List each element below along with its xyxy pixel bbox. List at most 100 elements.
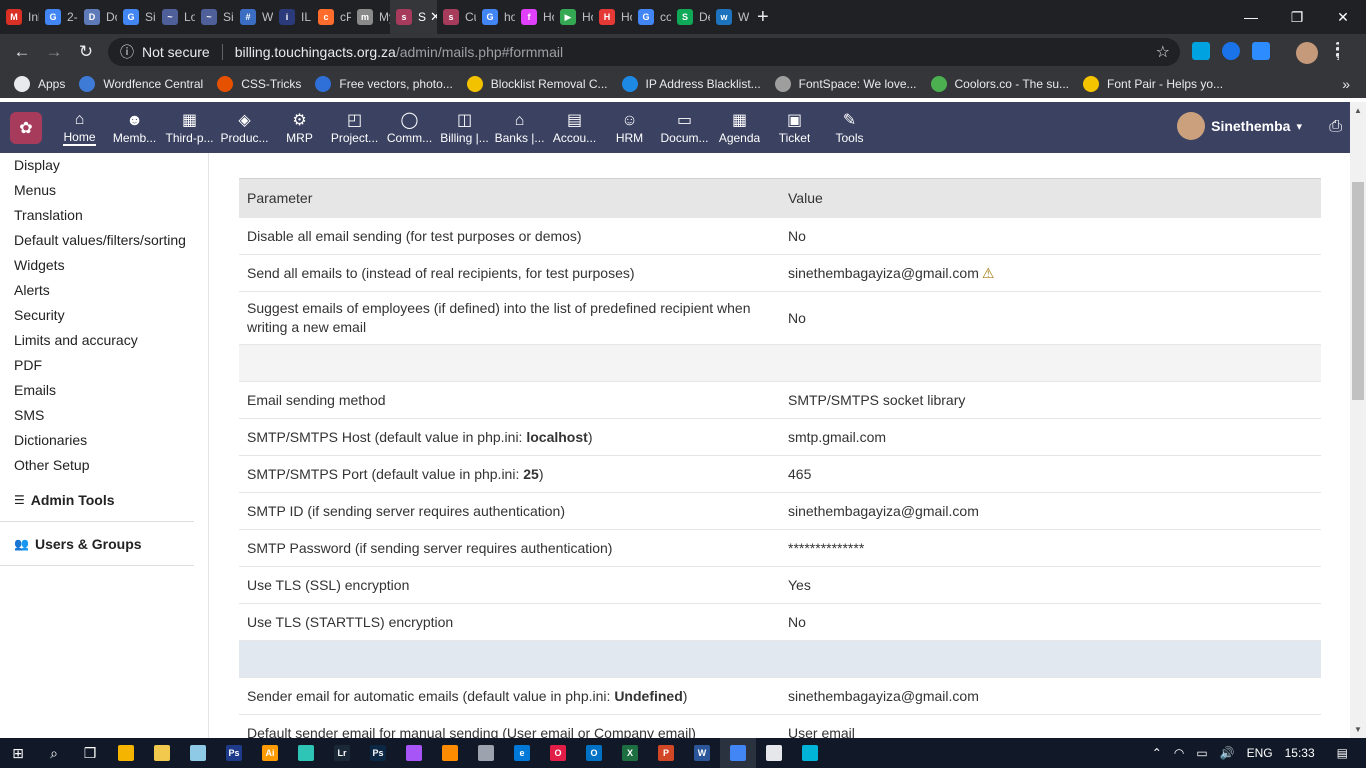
bookmark-item[interactable]: IP Address Blacklist...	[621, 76, 761, 92]
bookmark-star-icon[interactable]: ☆	[1156, 42, 1170, 62]
bookmark-item[interactable]: Apps	[14, 76, 65, 92]
language-indicator[interactable]: ENG	[1247, 746, 1273, 760]
browser-tab[interactable]: s Cus	[437, 0, 476, 34]
taskbar-opera-icon[interactable]: O	[540, 738, 576, 768]
chrome-menu-icon[interactable]	[1336, 42, 1340, 60]
taskbar-file-explorer-icon[interactable]	[108, 738, 144, 768]
task-view-icon[interactable]: ❒	[72, 738, 108, 768]
taskbar-notepad-icon[interactable]	[180, 738, 216, 768]
clock[interactable]: 15:33	[1285, 746, 1315, 760]
notifications-icon[interactable]: ▤	[1337, 746, 1348, 760]
bookmarks-overflow-icon[interactable]: »	[1342, 76, 1350, 92]
sidebar-item[interactable]: Dictionaries	[0, 428, 208, 453]
browser-tab[interactable]: Ghow	[476, 0, 515, 34]
menu-thirdparties[interactable]: ▦ Third-p...	[162, 102, 217, 153]
forward-button[interactable]: →	[38, 42, 70, 62]
taskbar-sticky-notes-icon[interactable]	[144, 738, 180, 768]
battery-icon[interactable]: ▭	[1196, 746, 1207, 760]
menu-banks[interactable]: ⌂ Banks |...	[492, 102, 547, 153]
close-tab-icon[interactable]: ✕	[430, 9, 437, 25]
users-groups-link[interactable]: 👥 Users & Groups	[0, 522, 194, 566]
taskbar-photoshop-2-icon[interactable]: Ps	[360, 738, 396, 768]
taskbar-powerpoint-icon[interactable]: P	[648, 738, 684, 768]
scrollbar-thumb[interactable]	[1352, 182, 1364, 400]
taskbar-outlook-icon[interactable]: O	[576, 738, 612, 768]
browser-tab[interactable]: ccPar	[312, 0, 351, 34]
taskbar-photoshop-icon[interactable]: Ps	[216, 738, 252, 768]
scroll-up-arrow-icon[interactable]: ▲	[1354, 106, 1362, 115]
bookmark-item[interactable]: CSS-Tricks	[217, 76, 301, 92]
taskbar-lightroom-icon[interactable]: Lr	[324, 738, 360, 768]
menu-hrm[interactable]: ☺ HRM	[602, 102, 657, 153]
sidebar-item[interactable]: Other Setup	[0, 453, 208, 478]
taskbar-paint-icon[interactable]	[396, 738, 432, 768]
menu-billing[interactable]: ◫ Billing |...	[437, 102, 492, 153]
taskbar-calculator-icon[interactable]	[468, 738, 504, 768]
sidebar-item[interactable]: Widgets	[0, 253, 208, 278]
admin-tools-link[interactable]: ☰ Admin Tools	[0, 478, 194, 522]
sidebar-item[interactable]: Security	[0, 303, 208, 328]
bookmark-item[interactable]: Blocklist Removal C...	[466, 76, 608, 92]
browser-tab[interactable]: ~ Log	[156, 0, 195, 34]
close-window-button[interactable]: ✕	[1320, 0, 1366, 34]
taskbar-edge-icon[interactable]: e	[504, 738, 540, 768]
taskbar-chrome-icon[interactable]	[720, 738, 756, 768]
browser-tab[interactable]: M Inbo	[0, 0, 39, 34]
sidebar-item[interactable]: Default values/filters/sorting	[0, 228, 208, 253]
browser-tab[interactable]: f How	[515, 0, 554, 34]
profile-avatar[interactable]	[1296, 42, 1318, 64]
restore-button[interactable]: ❐	[1274, 0, 1320, 34]
taskbar-snip-icon[interactable]	[792, 738, 828, 768]
menu-accounting[interactable]: ▤ Accou...	[547, 102, 602, 153]
sidebar-item[interactable]: PDF	[0, 353, 208, 378]
bookmark-item[interactable]: Coolors.co - The su...	[930, 76, 1069, 92]
sidebar-item[interactable]: SMS	[0, 403, 208, 428]
extension-icon-2[interactable]	[1222, 42, 1240, 60]
zoom-extension-icon[interactable]	[1252, 42, 1270, 60]
reload-button[interactable]: ↻	[70, 42, 102, 62]
sidebar-item[interactable]: Alerts	[0, 278, 208, 303]
page-scrollbar[interactable]: ▲ ▼	[1350, 102, 1366, 738]
bookmark-item[interactable]: Wordfence Central	[79, 76, 203, 92]
taskbar-excel-icon[interactable]: X	[612, 738, 648, 768]
sidebar-item[interactable]: Translation	[0, 203, 208, 228]
volume-icon[interactable]: 🔊	[1220, 746, 1235, 760]
menu-products[interactable]: ◈ Produc...	[217, 102, 272, 153]
wifi-icon[interactable]: ◠	[1174, 746, 1184, 760]
browser-tab[interactable]: i ILIA	[273, 0, 312, 34]
browser-tab[interactable]: S Des	[671, 0, 710, 34]
taskbar-vlc-icon[interactable]	[432, 738, 468, 768]
taskbar-edge-dev-icon[interactable]	[288, 738, 324, 768]
search-icon[interactable]: ⌕	[36, 738, 72, 768]
bookmark-item[interactable]: FontSpace: We love...	[774, 76, 917, 92]
taskbar-word-icon[interactable]: W	[684, 738, 720, 768]
sidebar-item[interactable]: Limits and accuracy	[0, 328, 208, 353]
browser-tab[interactable]: # Wel	[234, 0, 273, 34]
browser-tab[interactable]: ▶ How	[554, 0, 593, 34]
bookmark-item[interactable]: Free vectors, photo...	[315, 76, 453, 92]
back-button[interactable]: ←	[6, 42, 38, 62]
browser-tab[interactable]: D Dol	[78, 0, 117, 34]
browser-tab[interactable]: Gcon	[632, 0, 671, 34]
app-logo[interactable]: ✿	[10, 111, 42, 144]
menu-mrp[interactable]: ⚙ MRP	[272, 102, 327, 153]
sidebar-item[interactable]: Emails	[0, 378, 208, 403]
tray-chevron-icon[interactable]: ⌃	[1152, 746, 1162, 760]
menu-members[interactable]: ☻ Memb...	[107, 102, 162, 153]
menu-tools[interactable]: ✎ Tools	[822, 102, 877, 153]
menu-commercial[interactable]: ◯ Comm...	[382, 102, 437, 153]
info-icon[interactable]: ⓘ	[120, 42, 134, 62]
browser-tab[interactable]: G Sign	[117, 0, 156, 34]
scroll-down-arrow-icon[interactable]: ▼	[1354, 725, 1362, 734]
address-bar[interactable]: ⓘ Not secure billing.touchingacts.org.za…	[108, 38, 1180, 66]
user-menu[interactable]: Sinethemba ▾	[1177, 112, 1302, 140]
menu-documents[interactable]: ▭ Docum...	[657, 102, 712, 153]
extension-icon-1[interactable]	[1192, 42, 1210, 60]
print-icon[interactable]: ⎙	[1329, 118, 1342, 136]
taskbar-illustrator-icon[interactable]: Ai	[252, 738, 288, 768]
browser-tab[interactable]: ~ Sign	[195, 0, 234, 34]
sidebar-item[interactable]: Display	[0, 153, 208, 178]
menu-home[interactable]: ⌂ Home	[52, 102, 107, 153]
browser-tab[interactable]: G 2-St	[39, 0, 78, 34]
new-tab-button[interactable]: +	[757, 6, 769, 29]
